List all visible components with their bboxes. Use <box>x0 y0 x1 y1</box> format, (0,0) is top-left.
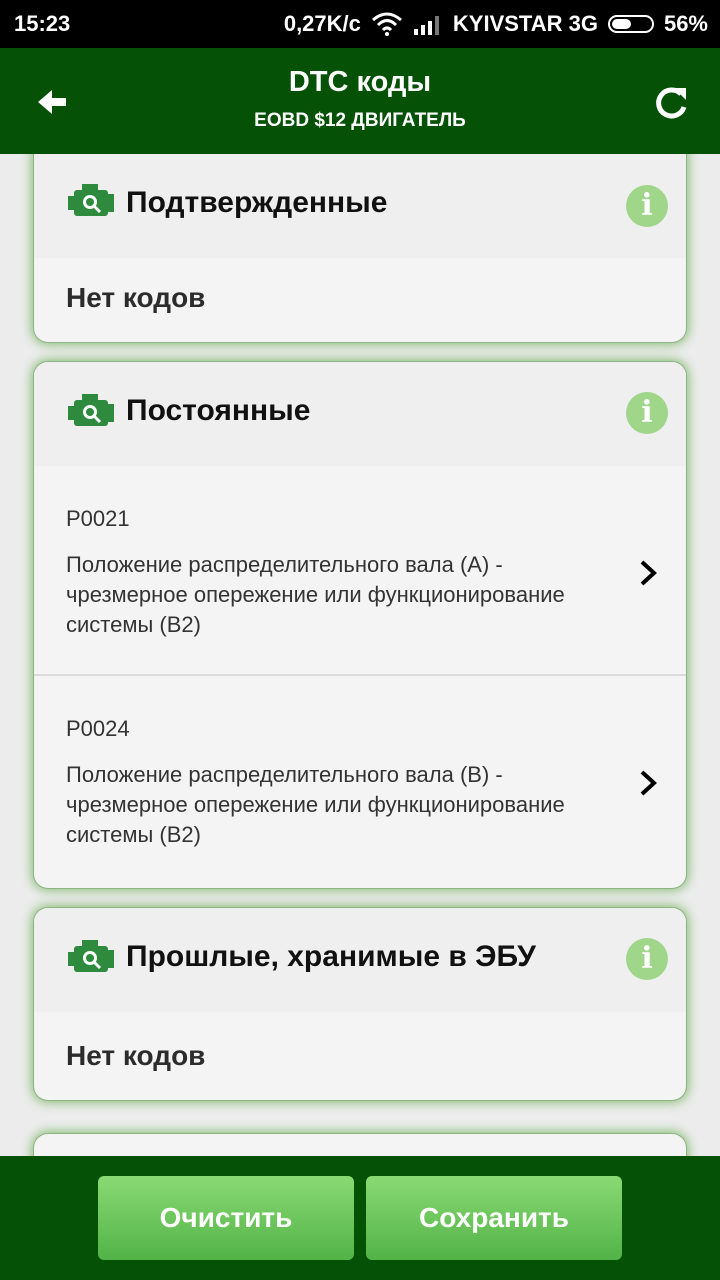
save-button[interactable]: Сохранить <box>366 1176 622 1260</box>
card-confirmed: Подтвержденные i Нет кодов <box>34 154 686 342</box>
refresh-icon[interactable] <box>648 80 694 126</box>
card-permanent: Постоянные i P0021 Положение распределит… <box>34 362 686 888</box>
engine-check-icon <box>68 394 114 426</box>
page-subtitle: EOBD $12 ДВИГАТЕЛЬ <box>254 110 466 131</box>
dtc-code: P0021 <box>66 506 130 531</box>
info-icon[interactable]: i <box>626 392 668 434</box>
battery-icon <box>607 15 654 33</box>
engine-check-icon <box>68 184 114 216</box>
wifi-icon <box>371 12 402 36</box>
app-bar: DTC коды EOBD $12 ДВИГАТЕЛЬ <box>0 48 720 154</box>
status-bar: 15:23 0,27K/c KYIVSTAR 3G 56% <box>0 0 720 48</box>
dtc-item[interactable]: P0021 Положение распределительного вала … <box>34 466 686 674</box>
dtc-list[interactable]: Подтвержденные i Нет кодов Постоянные i … <box>0 154 720 1156</box>
battery-percent: 56% <box>663 11 708 36</box>
empty-message: Нет кодов <box>66 282 206 313</box>
dtc-item[interactable]: P0024 Положение распределительного вала … <box>34 674 686 882</box>
empty-message: Нет кодов <box>66 1040 206 1071</box>
clear-button[interactable]: Очистить <box>98 1176 354 1260</box>
signal-icon <box>413 16 439 35</box>
card-header: Подтвержденные i <box>34 154 686 258</box>
section-title: Подтвержденные <box>126 186 388 219</box>
network-speed: 0,27K/c <box>283 11 361 36</box>
dtc-description: Положение распределительного вала (А) - … <box>66 552 565 637</box>
engine-check-icon <box>68 940 114 972</box>
status-time: 15:23 <box>14 11 71 36</box>
chevron-right-icon[interactable] <box>636 768 660 798</box>
bottom-bar: Очистить Сохранить <box>0 1156 720 1280</box>
section-title: Постоянные <box>126 394 311 427</box>
dtc-description: Положение распределительного вала (В) - … <box>66 762 565 847</box>
page-title: DTC коды <box>288 66 432 98</box>
dtc-code: P0024 <box>66 716 130 741</box>
card-history: Прошлые, хранимые в ЭБУ i Нет кодов <box>34 908 686 1100</box>
info-icon[interactable]: i <box>626 938 668 980</box>
chevron-right-icon[interactable] <box>636 558 660 588</box>
status-indicators: 0,27K/c KYIVSTAR 3G 56% <box>284 11 708 37</box>
section-title: Прошлые, хранимые в ЭБУ <box>126 940 536 973</box>
carrier-name: KYIVSTAR 3G <box>452 11 598 36</box>
card-header: Прошлые, хранимые в ЭБУ i <box>34 908 686 1012</box>
card-next <box>34 1134 686 1156</box>
card-header: Постоянные i <box>34 362 686 466</box>
info-icon[interactable]: i <box>626 185 668 227</box>
